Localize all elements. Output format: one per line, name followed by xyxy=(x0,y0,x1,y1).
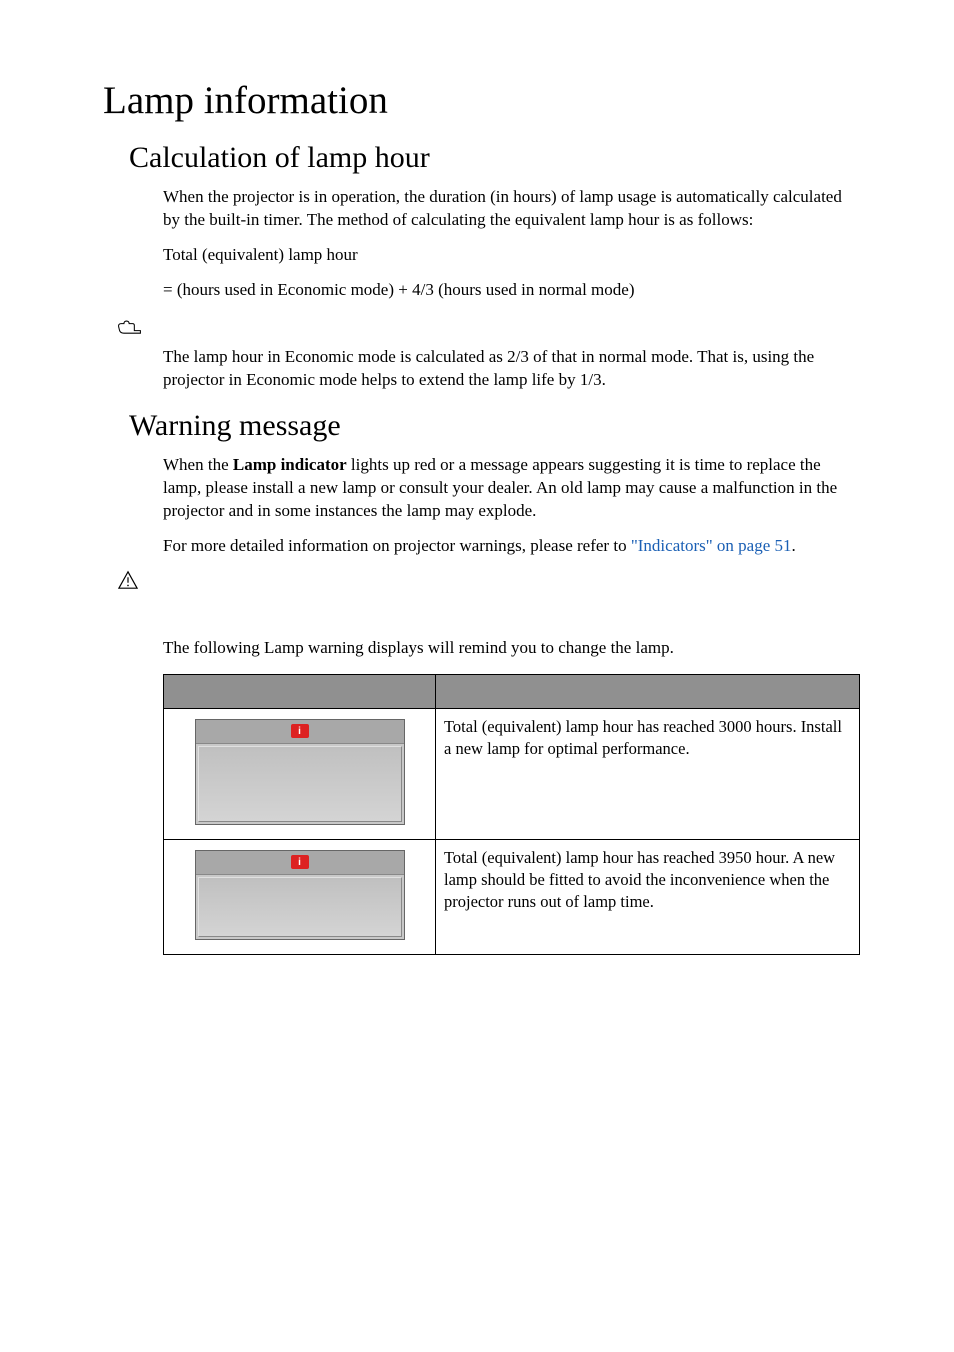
section1-body: When the projector is in operation, the … xyxy=(163,186,859,302)
note-row xyxy=(105,314,859,338)
table-row: i Total (equivalent) lamp hour has reach… xyxy=(164,839,860,954)
table-header-row xyxy=(164,674,860,708)
para-following-displays: The following Lamp warning displays will… xyxy=(163,637,859,660)
warning-table: i Total (equivalent) lamp hour has reach… xyxy=(163,674,860,955)
refer-text-post: . xyxy=(792,536,796,555)
para-refer: For more detailed information on project… xyxy=(163,535,859,558)
text-pre-bold: When the xyxy=(163,455,233,474)
caution-row xyxy=(117,570,859,597)
info-icon: i xyxy=(291,724,309,738)
caution-triangle-icon xyxy=(117,570,139,590)
para-total-hour: Total (equivalent) lamp hour xyxy=(163,244,859,267)
header-message xyxy=(436,674,860,708)
section-heading-warning: Warning message xyxy=(129,406,859,447)
para-economic-note: The lamp hour in Economic mode is calcul… xyxy=(163,346,859,392)
message-cell-3000: Total (equivalent) lamp hour has reached… xyxy=(436,708,860,839)
status-cell-3000: i xyxy=(164,708,436,839)
header-status xyxy=(164,674,436,708)
para-calc-intro: When the projector is in operation, the … xyxy=(163,186,859,232)
para-formula: = (hours used in Economic mode) + 4/3 (h… xyxy=(163,279,859,302)
hand-note-icon xyxy=(117,318,143,338)
dialog-body xyxy=(198,877,402,937)
section-heading-calculation: Calculation of lamp hour xyxy=(129,138,859,179)
page-title: Lamp information xyxy=(103,75,859,128)
section2-body: When the Lamp indicator lights up red or… xyxy=(163,454,859,558)
dialog-body xyxy=(198,746,402,822)
table-row: i Total (equivalent) lamp hour has reach… xyxy=(164,708,860,839)
message-cell-3950: Total (equivalent) lamp hour has reached… xyxy=(436,839,860,954)
refer-text-pre: For more detailed information on project… xyxy=(163,536,631,555)
info-icon: i xyxy=(291,855,309,869)
status-cell-3950: i xyxy=(164,839,436,954)
dialog-titlebar: i xyxy=(196,720,404,744)
dialog-titlebar: i xyxy=(196,851,404,875)
warning-dialog-3000: i xyxy=(195,719,405,825)
indicators-link[interactable]: "Indicators" on page 51 xyxy=(631,536,792,555)
lamp-indicator-bold: Lamp indicator xyxy=(233,455,347,474)
para-warning-info: When the Lamp indicator lights up red or… xyxy=(163,454,859,523)
warning-dialog-3950: i xyxy=(195,850,405,940)
